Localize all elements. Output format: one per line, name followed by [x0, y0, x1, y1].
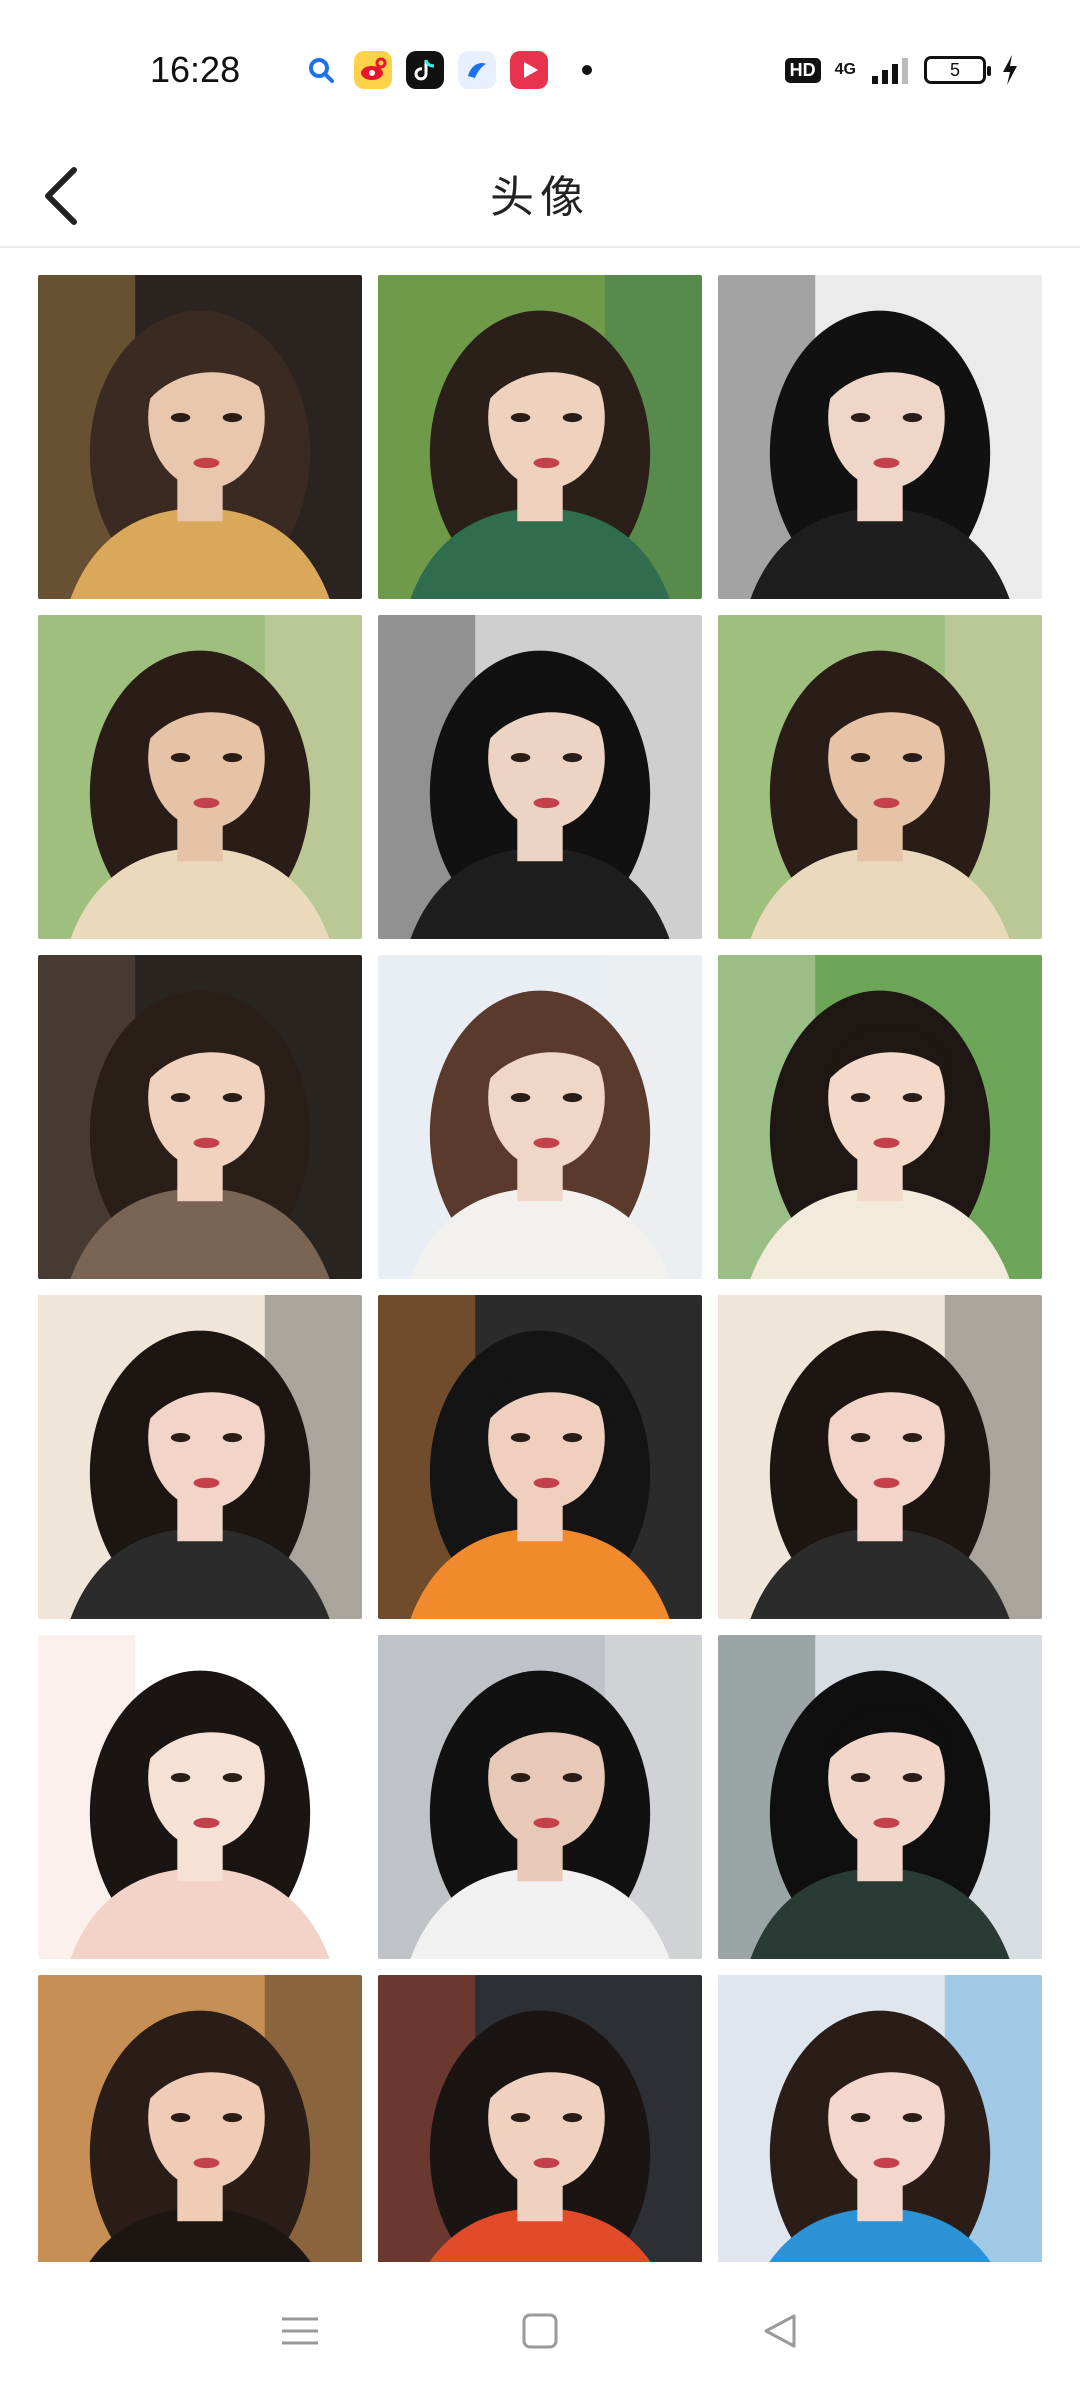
avatar-image — [38, 1635, 362, 1959]
chevron-left-icon — [45, 167, 77, 225]
recent-apps-button[interactable] — [260, 2291, 340, 2371]
avatar-tile[interactable] — [38, 1975, 362, 2299]
menu-icon — [282, 2317, 318, 2345]
avatar-image — [718, 275, 1042, 599]
avatar-image — [38, 955, 362, 1279]
avatar-tile[interactable] — [718, 1975, 1042, 2299]
weibo-icon — [354, 51, 392, 89]
system-status: HD 4G 5 — [784, 54, 1020, 86]
avatar-tile[interactable] — [378, 1975, 702, 2299]
video-icon — [510, 51, 548, 89]
hd-badge: HD — [784, 57, 821, 83]
avatar-grid — [38, 275, 1042, 2299]
screen: 16:28 HD 4G 5 头像 — [0, 0, 1080, 2400]
charging-icon — [1003, 55, 1017, 85]
avatar-image — [718, 1975, 1042, 2299]
search-icon — [302, 51, 340, 89]
avatar-tile[interactable] — [718, 275, 1042, 599]
avatar-tile[interactable] — [378, 275, 702, 599]
avatar-tile[interactable] — [38, 955, 362, 1279]
avatar-tile[interactable] — [38, 1295, 362, 1619]
signal-icon — [872, 58, 908, 84]
browser-icon — [458, 51, 496, 89]
app-header: 头像 — [0, 140, 1080, 248]
avatar-tile[interactable] — [718, 615, 1042, 939]
page-title: 头像 — [490, 172, 590, 223]
avatar-image — [38, 275, 362, 599]
network-type: 4G — [834, 61, 856, 78]
avatar-tile[interactable] — [378, 1635, 702, 1959]
notification-icons — [302, 51, 592, 89]
avatar-image — [378, 615, 702, 939]
avatar-tile[interactable] — [718, 1635, 1042, 1959]
avatar-tile[interactable] — [38, 1635, 362, 1959]
avatar-tile[interactable] — [378, 1295, 702, 1619]
avatar-image — [718, 615, 1042, 939]
back-button[interactable] — [30, 164, 94, 228]
home-square-icon — [522, 2313, 558, 2349]
back-triangle-icon — [764, 2314, 796, 2348]
system-nav-bar — [0, 2262, 1080, 2400]
more-notifications-dot — [582, 65, 592, 75]
avatar-image — [378, 1295, 702, 1619]
avatar-image — [378, 1635, 702, 1959]
avatar-image — [378, 1975, 702, 2299]
avatar-tile[interactable] — [38, 275, 362, 599]
avatar-image — [378, 275, 702, 599]
avatar-image — [38, 615, 362, 939]
avatar-tile[interactable] — [718, 955, 1042, 1279]
status-bar: 16:28 HD 4G 5 — [0, 0, 1080, 140]
avatar-image — [378, 955, 702, 1279]
home-button[interactable] — [500, 2291, 580, 2371]
avatar-tile[interactable] — [38, 615, 362, 939]
avatar-image — [38, 1975, 362, 2299]
avatar-image — [38, 1295, 362, 1619]
avatar-image — [718, 1635, 1042, 1959]
battery-level: 5 — [949, 59, 960, 80]
avatar-tile[interactable] — [378, 955, 702, 1279]
avatar-image — [718, 955, 1042, 1279]
status-time: 16:28 — [150, 49, 241, 90]
battery-indicator: 5 — [924, 56, 991, 84]
avatar-tile[interactable] — [718, 1295, 1042, 1619]
tiktok-icon — [406, 51, 444, 89]
avatar-image — [718, 1295, 1042, 1619]
avatar-tile[interactable] — [378, 615, 702, 939]
back-nav-button[interactable] — [740, 2291, 820, 2371]
